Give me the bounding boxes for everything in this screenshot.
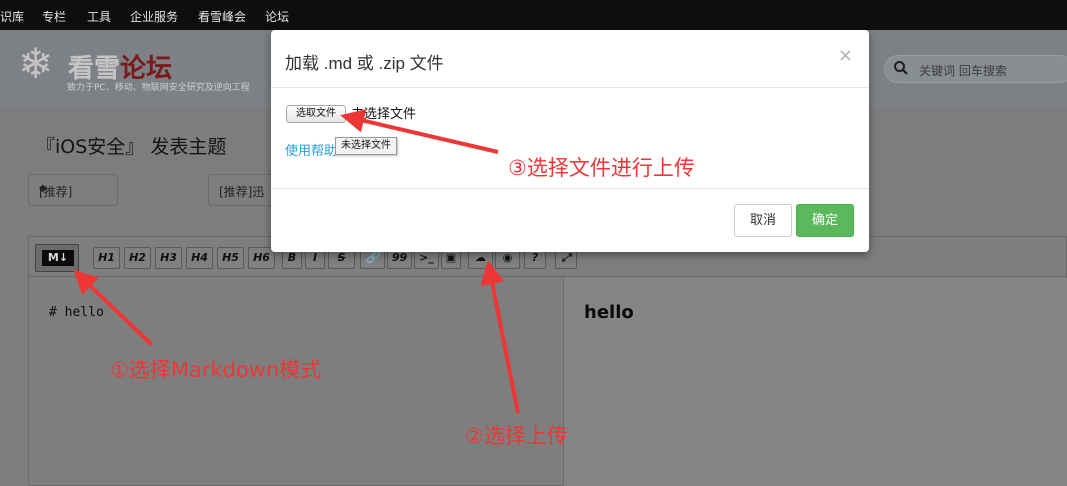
- markdown-icon: M↓: [42, 250, 74, 266]
- divider: [271, 188, 869, 189]
- snowflake-icon: ❄: [18, 39, 54, 88]
- help-link[interactable]: 使用帮助: [285, 140, 337, 159]
- logo-subtitle: 致力于PC、移动、物联网安全研究及逆向工程: [67, 83, 250, 93]
- thread-select[interactable]: [推荐]迅: [208, 174, 278, 206]
- nav-item[interactable]: 看雪峰会: [198, 8, 246, 25]
- topic-type-select[interactable]: [推荐] ◆: [28, 174, 118, 206]
- updown-icon: ◆: [39, 183, 47, 194]
- nav-item[interactable]: 识库: [0, 8, 24, 25]
- h1-button[interactable]: H1: [93, 247, 120, 269]
- annotation-step1: ①选择Markdown模式: [110, 358, 322, 382]
- markdown-mode-button[interactable]: M↓: [35, 244, 79, 272]
- nav-item[interactable]: 企业服务: [130, 8, 178, 25]
- divider: [271, 87, 869, 88]
- choose-file-button[interactable]: 选取文件: [286, 105, 346, 123]
- nav-item[interactable]: 专栏: [42, 8, 66, 25]
- file-status: 未选择文件: [351, 107, 417, 122]
- search-icon: [894, 61, 908, 75]
- h5-button[interactable]: H5: [217, 247, 244, 269]
- h2-button[interactable]: H2: [124, 247, 151, 269]
- page-title: 『iOS安全』 发表主题: [36, 136, 227, 158]
- markdown-preview: hello: [564, 278, 1067, 486]
- close-icon[interactable]: ×: [838, 45, 853, 66]
- confirm-button[interactable]: 确定: [796, 204, 854, 237]
- nav-item-forum[interactable]: 论坛: [265, 8, 289, 25]
- dialog-title: 加载 .md 或 .zip 文件: [285, 54, 444, 73]
- tooltip: 未选择文件: [335, 137, 397, 155]
- annotation-step2: ②选择上传: [465, 424, 568, 448]
- search-placeholder: 关键词 回车搜索: [919, 64, 1007, 78]
- h4-button[interactable]: H4: [186, 247, 213, 269]
- nav-item[interactable]: 工具: [87, 8, 111, 25]
- select-value: [推荐]迅: [219, 185, 265, 199]
- annotation-step3: ③选择文件进行上传: [508, 156, 695, 180]
- upload-dialog: 加载 .md 或 .zip 文件 × 选取文件 未选择文件 使用帮助 未选择文件…: [271, 30, 869, 252]
- preview-heading: hello: [584, 302, 634, 323]
- top-nav: 识库 专栏 工具 企业服务 看雪峰会 论坛: [0, 0, 1067, 30]
- cancel-button[interactable]: 取消: [734, 204, 792, 237]
- h3-button[interactable]: H3: [155, 247, 182, 269]
- search-box[interactable]: 关键词 回车搜索: [884, 55, 1067, 83]
- markdown-source[interactable]: # hello: [49, 305, 104, 320]
